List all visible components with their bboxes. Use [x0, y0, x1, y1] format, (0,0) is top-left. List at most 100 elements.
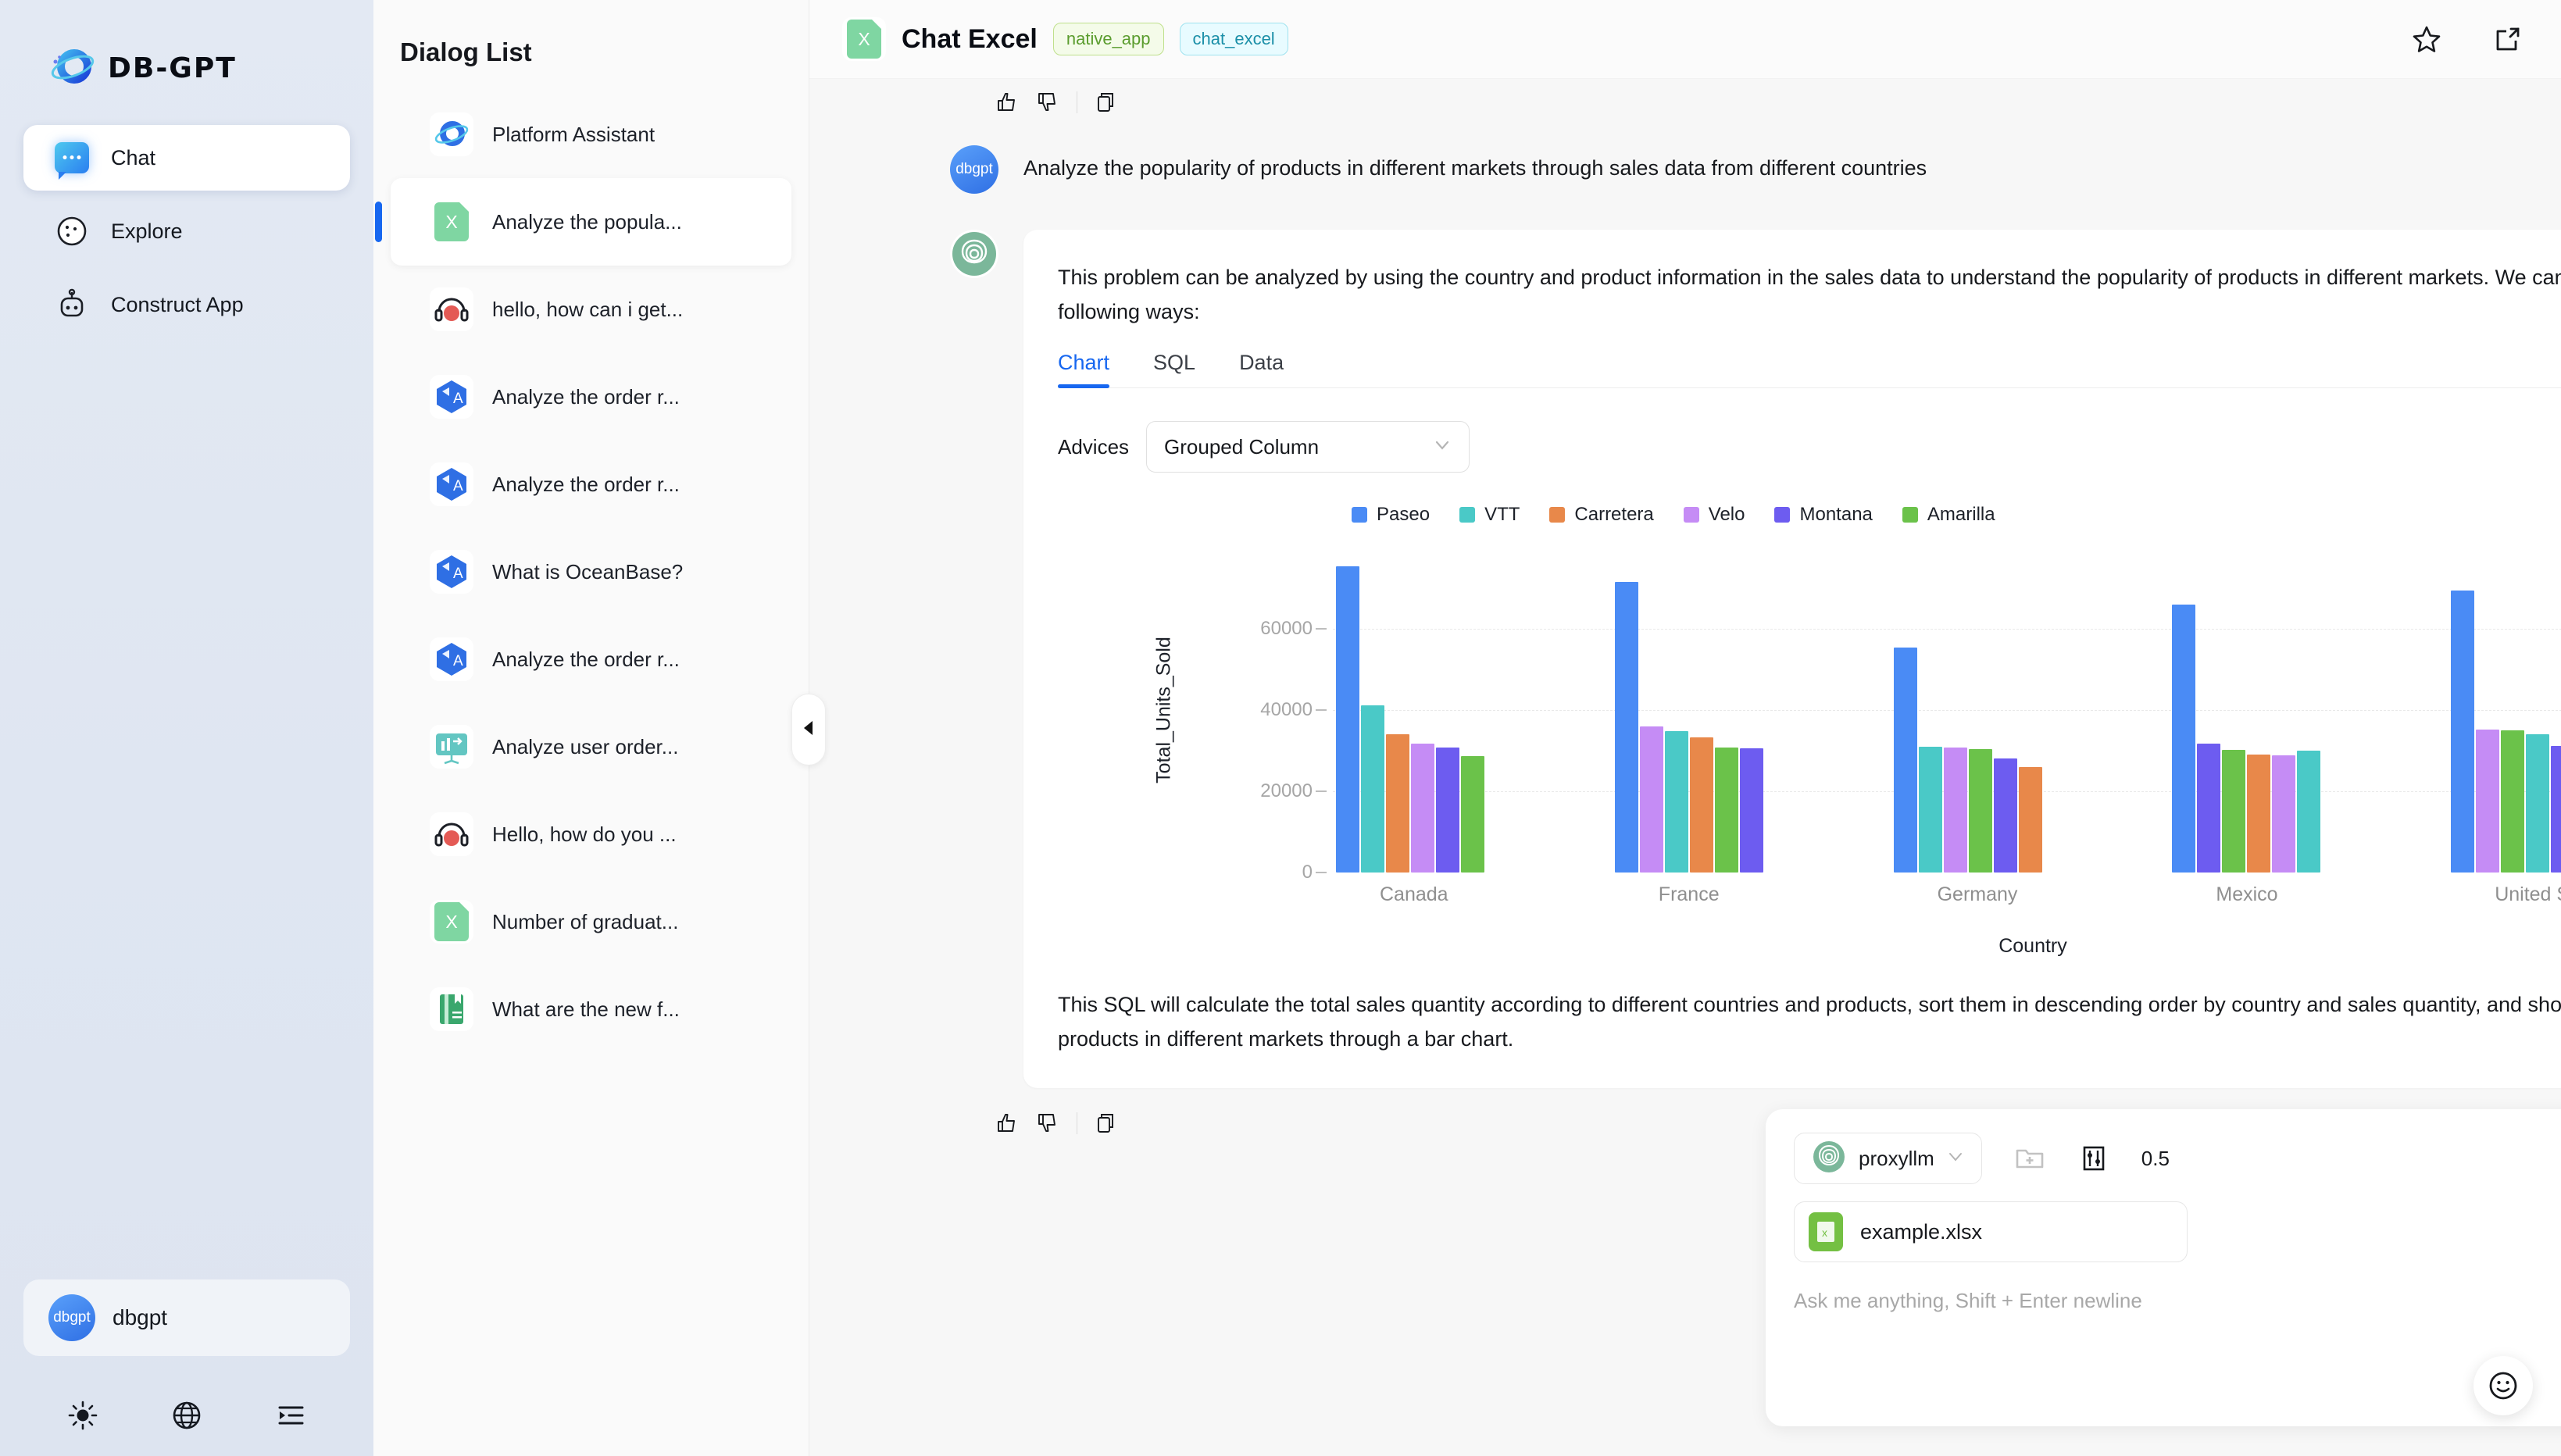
bar[interactable] — [1993, 758, 2017, 873]
bar[interactable] — [1918, 747, 1942, 873]
list-item-label: Analyze the order r... — [492, 384, 680, 409]
legend-item[interactable]: Carretera — [1549, 504, 1654, 526]
bar[interactable] — [2272, 755, 2296, 873]
list-item[interactable]: Hello, how do you ... — [391, 790, 791, 878]
language-globe-icon[interactable] — [165, 1394, 209, 1437]
list-item[interactable]: What are the new f... — [391, 965, 791, 1053]
thumbs-up-icon[interactable] — [995, 1112, 1019, 1135]
list-item[interactable]: X Number of graduat... — [391, 878, 791, 965]
thumbs-down-icon[interactable] — [1036, 1112, 1059, 1135]
bar[interactable] — [1361, 705, 1384, 873]
x-axis-tick-label: France — [1658, 883, 1720, 906]
bar[interactable] — [1411, 743, 1434, 873]
thumbs-up-icon[interactable] — [995, 91, 1019, 114]
legend-item[interactable]: Amarilla — [1902, 504, 1995, 526]
explore-face-icon — [53, 212, 91, 250]
bar[interactable] — [2476, 729, 2500, 873]
theme-sun-icon[interactable] — [61, 1394, 105, 1437]
list-item[interactable]: A Analyze the order r... — [391, 616, 791, 703]
bar[interactable] — [1664, 731, 1688, 873]
bar[interactable] — [1893, 647, 1917, 873]
bar[interactable] — [1943, 747, 1967, 873]
tab-sql[interactable]: SQL — [1153, 351, 1195, 387]
legend-label: Paseo — [1377, 504, 1431, 526]
thumbs-down-icon[interactable] — [1036, 91, 1059, 114]
legend-label: Montana — [1799, 504, 1873, 526]
bar[interactable] — [1386, 734, 1409, 873]
legend-item[interactable]: Paseo — [1352, 504, 1430, 526]
list-item[interactable]: hello, how can i get... — [391, 266, 791, 353]
list-item[interactable]: A Analyze the order r... — [391, 353, 791, 441]
bar[interactable] — [1739, 748, 1763, 873]
brand: DB-GPT — [0, 0, 373, 92]
model-select[interactable]: proxyllm — [1794, 1133, 1982, 1184]
add-folder-icon[interactable] — [2013, 1142, 2046, 1175]
chart-type-select[interactable]: Grouped Column — [1146, 421, 1470, 473]
bar[interactable] — [2526, 734, 2550, 873]
legend-item[interactable]: Velo — [1683, 504, 1745, 526]
bar[interactable] — [1461, 756, 1484, 873]
status-badge-app-type: native_app — [1052, 23, 1164, 55]
composer-toolbar: proxyllm 0.5 — [1794, 1133, 2561, 1184]
chevron-left-icon — [799, 718, 818, 742]
copy-icon[interactable] — [1095, 1112, 1118, 1135]
headset-icon — [430, 287, 473, 331]
sliders-icon[interactable] — [2077, 1142, 2110, 1175]
openai-logo-icon — [1812, 1140, 1846, 1178]
nav-list: Chat Explore Construct App — [0, 125, 373, 337]
smiley-icon[interactable] — [2473, 1356, 2533, 1415]
chart-type-value: Grouped Column — [1164, 434, 1320, 459]
bar[interactable] — [2222, 749, 2246, 873]
bar[interactable] — [1436, 747, 1459, 873]
svg-text:A: A — [453, 566, 463, 582]
chart-bars — [1336, 548, 2561, 873]
brand-name: DB-GPT — [108, 52, 237, 84]
sidebar-item-chat[interactable]: Chat — [23, 125, 350, 191]
agent-cube-icon: A — [430, 637, 473, 681]
list-item[interactable]: Platform Assistant — [391, 91, 791, 178]
list-item[interactable]: X Analyze the popula... — [391, 178, 791, 266]
bar[interactable] — [2501, 730, 2525, 873]
app-root: DB-GPT Chat Explore Construct App dbgpt … — [0, 0, 2561, 1456]
avatar: dbgpt — [48, 1294, 95, 1341]
bar[interactable] — [1614, 581, 1638, 873]
external-link-icon[interactable] — [2492, 23, 2523, 55]
legend-item[interactable]: Montana — [1774, 504, 1873, 526]
excel-file-icon: X — [430, 200, 473, 244]
advices-label: Advices — [1058, 434, 1130, 459]
bar[interactable] — [2018, 766, 2042, 873]
copy-icon[interactable] — [1095, 91, 1118, 114]
bot-outro-text: This SQL will calculate the total sales … — [1058, 993, 2561, 1051]
list-item[interactable]: A Analyze the order r... — [391, 441, 791, 528]
user-message-text: Analyze the popularity of products in di… — [1023, 156, 1927, 180]
chat-input[interactable]: Ask me anything, Shift + Enter newline — [1794, 1289, 2561, 1313]
dialog-list-title: Dialog List — [400, 37, 532, 66]
bar[interactable] — [2551, 745, 2561, 873]
bar[interactable] — [2197, 744, 2221, 873]
sidebar-item-explore[interactable]: Explore — [23, 198, 350, 264]
collapse-sidebar-handle[interactable] — [791, 694, 826, 765]
bar[interactable] — [1336, 566, 1359, 873]
bar[interactable] — [2451, 591, 2475, 873]
list-item[interactable]: Analyze user order... — [391, 703, 791, 790]
tab-chart[interactable]: Chart — [1058, 351, 1110, 389]
bar[interactable] — [1689, 737, 1713, 873]
bar[interactable] — [2297, 750, 2321, 873]
bar[interactable] — [1968, 749, 1992, 873]
bar[interactable] — [2247, 754, 2271, 873]
left-nav: DB-GPT Chat Explore Construct App dbgpt … — [0, 0, 373, 1456]
list-item[interactable]: A What is OceanBase? — [391, 528, 791, 616]
bar[interactable] — [2172, 605, 2196, 873]
bar[interactable] — [1714, 747, 1738, 873]
bar[interactable] — [1639, 726, 1663, 873]
main-content: You can analyze sales trends based on th… — [809, 0, 2561, 1456]
robot-icon — [53, 286, 91, 323]
user-profile[interactable]: dbgpt dbgpt — [23, 1279, 350, 1356]
tab-data[interactable]: Data — [1239, 351, 1284, 387]
top-bar-left: X Chat Excel native_app chat_excel — [842, 17, 1288, 61]
menu-fold-icon[interactable] — [269, 1394, 313, 1437]
legend-item[interactable]: VTT — [1459, 504, 1520, 526]
sidebar-item-construct-app[interactable]: Construct App — [23, 272, 350, 337]
attached-file-chip[interactable]: x example.xlsx — [1794, 1201, 2188, 1262]
star-icon[interactable] — [2411, 23, 2442, 55]
